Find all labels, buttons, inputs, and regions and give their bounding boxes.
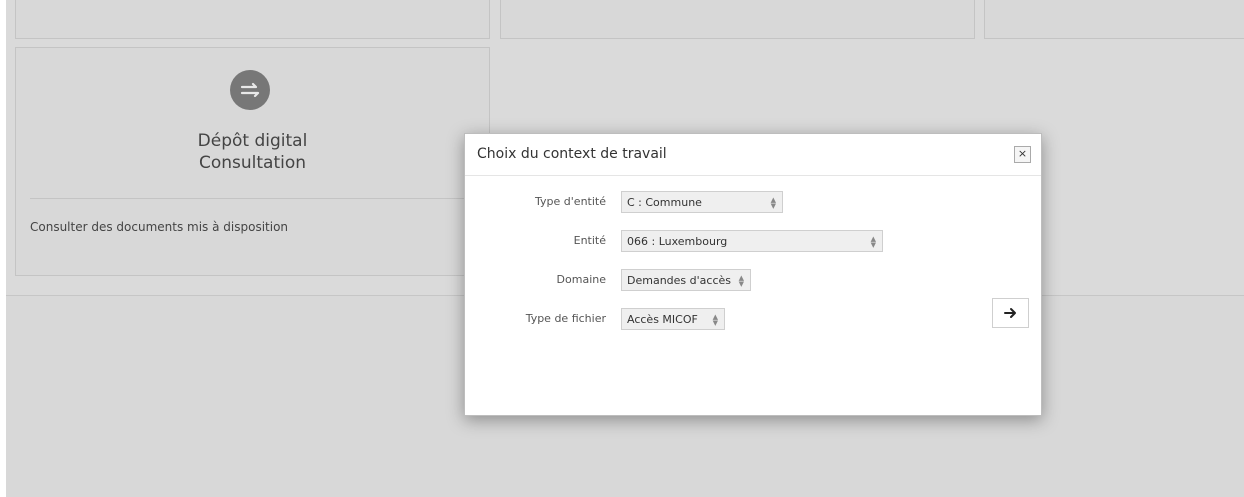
field-label: Type d'entité [535, 195, 606, 208]
field-entite: Entité 066 : Luxembourg ▲ ▼ [465, 230, 1041, 252]
card-description: Consulter des documents mis à dispositio… [30, 220, 289, 234]
chevron-up-down-icon: ▲ ▼ [870, 235, 876, 249]
domaine-select[interactable]: Demandes d'accès ▲ ▼ [621, 269, 751, 291]
close-icon: × [1017, 147, 1028, 160]
select-value: Accès MICOF [627, 313, 698, 326]
card-divider [30, 198, 475, 199]
card-title: Dépôt digital Consultation [15, 130, 490, 174]
field-label: Domaine [556, 273, 606, 286]
field-domaine: Domaine Demandes d'accès ▲ ▼ [465, 269, 1041, 291]
field-label: Entité [573, 234, 606, 247]
type-fichier-select[interactable]: Accès MICOF ▲ ▼ [621, 308, 725, 330]
context-modal: Choix du context de travail × Type d'ent… [464, 133, 1042, 416]
field-type-fichier: Type de fichier Accès MICOF ▲ ▼ [465, 308, 1041, 330]
card-top-1[interactable] [15, 0, 490, 39]
type-entite-select[interactable]: C : Commune ▲ ▼ [621, 191, 783, 213]
chevron-up-down-icon: ▲ ▼ [712, 313, 718, 327]
transfer-arrows-icon [230, 70, 270, 110]
modal-title: Choix du context de travail [477, 146, 667, 162]
arrow-right-icon [1003, 308, 1016, 318]
entite-select[interactable]: 066 : Luxembourg ▲ ▼ [621, 230, 883, 252]
card-title-line2: Consultation [198, 153, 307, 173]
card-title-line1: Dépôt digital [197, 131, 308, 151]
chevron-up-down-icon: ▲ ▼ [770, 196, 776, 210]
select-value: C : Commune [627, 196, 702, 209]
close-button[interactable]: × [1014, 146, 1031, 163]
card-top-3[interactable] [984, 0, 1244, 39]
select-value: 066 : Luxembourg [627, 235, 728, 248]
submit-button[interactable] [992, 298, 1029, 328]
card-top-2[interactable] [500, 0, 975, 39]
field-label: Type de fichier [525, 312, 606, 325]
chevron-up-down-icon: ▲ ▼ [738, 274, 744, 288]
modal-header: Choix du context de travail × [465, 134, 1041, 176]
select-value: Demandes d'accès [627, 274, 731, 287]
field-type-entite: Type d'entité C : Commune ▲ ▼ [465, 191, 1041, 213]
